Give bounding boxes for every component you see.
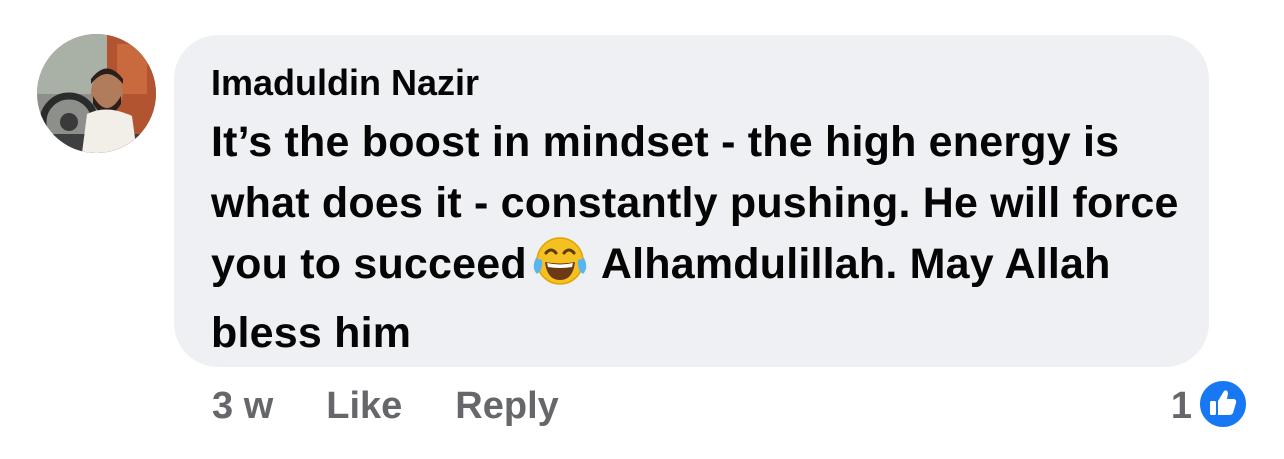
profile-photo-icon xyxy=(37,34,156,153)
comment-text: It’s the boost in mindset - the high ene… xyxy=(211,112,1179,364)
avatar[interactable] xyxy=(37,34,156,153)
comment-actions: 3 w Like Reply xyxy=(212,378,559,434)
face-with-tears-of-joy-icon xyxy=(533,236,587,303)
reaction-count: 1 xyxy=(1170,384,1192,427)
comment-bubble: Imaduldin Nazir It’s the boost in mindse… xyxy=(174,35,1209,367)
reaction-summary[interactable]: 1 xyxy=(1171,378,1248,434)
timestamp[interactable]: 3 w xyxy=(212,385,273,428)
like-reaction-icon xyxy=(1198,378,1248,434)
comment: Imaduldin Nazir It’s the boost in mindse… xyxy=(0,0,1284,459)
like-button[interactable]: Like xyxy=(326,385,402,428)
reply-button[interactable]: Reply xyxy=(455,385,558,428)
author-name[interactable]: Imaduldin Nazir xyxy=(211,61,479,105)
